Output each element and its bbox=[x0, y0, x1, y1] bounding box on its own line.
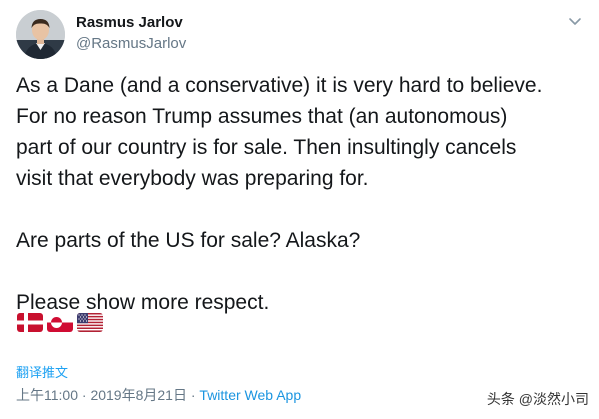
meta-separator: · bbox=[190, 387, 196, 403]
tweet-card: Rasmus Jarlov @RasmusJarlov As a Dane (a… bbox=[0, 0, 599, 419]
tweet-meta: 上午11:00 · 2019年8月21日 · Twitter Web App bbox=[16, 385, 301, 405]
user-handle[interactable]: @RasmusJarlov bbox=[76, 35, 186, 52]
avatar[interactable] bbox=[16, 10, 65, 59]
source-app-link[interactable]: Twitter Web App bbox=[199, 387, 301, 403]
tweet-date[interactable]: 2019年8月21日 bbox=[90, 387, 187, 403]
tweet-text-line: Are parts of the US for sale? Alaska? bbox=[16, 229, 361, 252]
translate-tweet-link[interactable]: 翻译推文 bbox=[16, 362, 68, 381]
flag-usa-icon bbox=[77, 313, 103, 332]
tweet-text-line: visit that everybody was preparing for. bbox=[16, 167, 369, 190]
chevron-down-icon[interactable] bbox=[567, 13, 583, 29]
flag-greenland-icon bbox=[47, 313, 73, 332]
avatar-image bbox=[16, 10, 65, 59]
tweet-text-line: As a Dane (and a conservative) it is ver… bbox=[16, 74, 543, 97]
watermark: 头条 @淡然小司 bbox=[486, 391, 589, 407]
tweet-text: As a Dane (and a conservative) it is ver… bbox=[16, 70, 591, 318]
tweet-time[interactable]: 上午11:00 bbox=[16, 387, 78, 403]
tweet-text-line: part of our country is for sale. Then in… bbox=[16, 136, 517, 159]
meta-separator: · bbox=[81, 387, 87, 403]
flag-denmark-icon bbox=[17, 313, 43, 332]
tweet-text-line: For no reason Trump assumes that (an aut… bbox=[16, 105, 508, 128]
display-name[interactable]: Rasmus Jarlov bbox=[76, 14, 183, 31]
